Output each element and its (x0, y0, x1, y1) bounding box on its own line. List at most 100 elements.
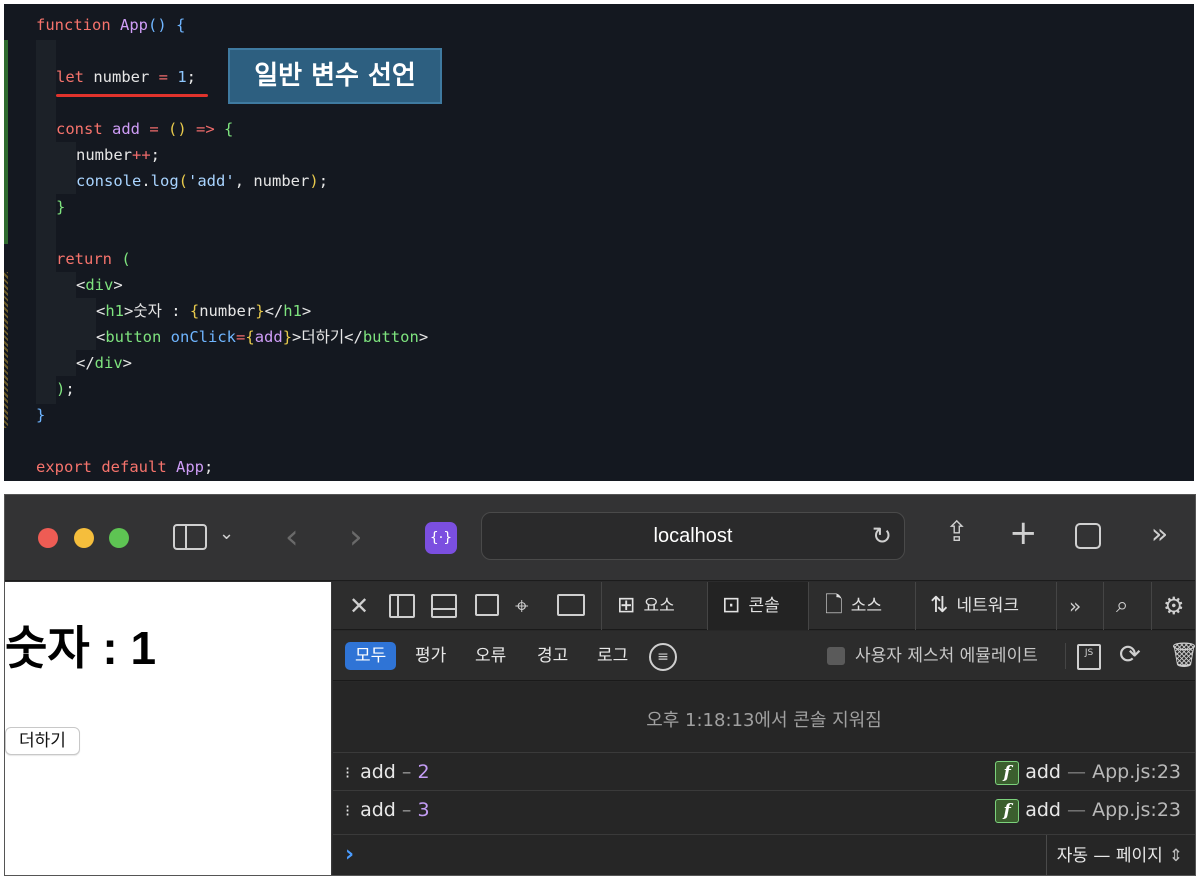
separator (1103, 582, 1104, 630)
gesture-emulation-label: 사용자 제스처 에뮬레이트 (855, 646, 1038, 666)
undock-icon[interactable] (475, 594, 499, 616)
code-line[interactable]: export default App; (36, 454, 213, 480)
new-tab-icon[interactable]: + (1009, 513, 1038, 553)
device-icon[interactable] (557, 594, 585, 616)
js-snippet-icon[interactable]: JS (1077, 644, 1101, 670)
log-source-location[interactable]: App.js:23 (1092, 799, 1181, 821)
gear-icon[interactable]: ⚙ (1163, 590, 1185, 622)
extension-icon[interactable]: {·} (425, 522, 457, 554)
code-token: < (96, 302, 106, 320)
code-line[interactable]: console.log('add', number); (76, 168, 328, 194)
window-minimize-button[interactable] (74, 528, 94, 548)
url-text: localhost (653, 525, 733, 547)
log-entry[interactable]: ⁝ add – 2 f add — App.js:23 (333, 752, 1195, 790)
tab-elements-label: 요소 (643, 596, 675, 616)
log-source[interactable]: f add — App.js:23 (995, 753, 1181, 791)
share-icon[interactable]: ⇪ (945, 515, 968, 548)
code-token: = (158, 68, 178, 86)
console-filter-bar: 모두 평가 오류 경고 로그 ≡ 사용자 제스처 에뮬레이트 JS ⟳ 🗑 (333, 631, 1195, 681)
element-picker-icon[interactable]: ⌖ (515, 590, 529, 622)
code-token: ; (150, 146, 161, 164)
address-bar[interactable]: localhost ↻ (481, 512, 905, 560)
tab-console[interactable]: ⊡ 콘솔 (708, 582, 808, 630)
code-token: let (56, 68, 94, 86)
reload-icon[interactable]: ↻ (872, 522, 892, 550)
dock-side-icon[interactable] (389, 594, 415, 618)
log-message: add (360, 761, 396, 783)
code-line[interactable]: <button onClick={add}>더하기</button> (96, 324, 428, 350)
code-token: </ (76, 354, 95, 372)
code-line[interactable]: } (36, 402, 45, 428)
window-close-button[interactable] (38, 528, 58, 548)
tab-network[interactable]: ⇅ 네트워크 (916, 582, 1056, 630)
code-token: export default (36, 458, 176, 476)
code-line[interactable]: let number = 1; (56, 64, 196, 90)
gesture-emulation-checkbox[interactable] (827, 647, 845, 665)
code-token: onClick (170, 328, 236, 346)
tab-overview-chevron-icon[interactable]: ⌄ (219, 523, 234, 544)
window-maximize-button[interactable] (109, 528, 129, 548)
page-viewport: 숫자 : 1 더하기 (5, 582, 332, 875)
execution-context-label: 자동 — 페이지 (1056, 846, 1163, 866)
code-line[interactable]: function App() { (36, 12, 185, 38)
code-token: function (36, 16, 120, 34)
code-token: { (224, 120, 234, 138)
code-line[interactable]: </div> (76, 350, 132, 376)
code-token: > (122, 354, 133, 372)
close-icon[interactable]: ✕ (349, 590, 369, 622)
code-line[interactable]: ); (56, 376, 75, 402)
log-dash: – (395, 761, 418, 783)
function-icon: f (995, 760, 1020, 785)
sidebar-toggle-icon[interactable] (173, 524, 207, 550)
log-source[interactable]: f add — App.js:23 (995, 791, 1181, 829)
filter-logs[interactable]: 로그 (587, 642, 638, 670)
code-token: ( (121, 250, 131, 268)
code-line[interactable]: return ( (56, 246, 131, 272)
code-token: ) (309, 172, 319, 190)
forward-icon[interactable]: › (349, 517, 363, 557)
code-token: } (56, 198, 66, 216)
log-source-location[interactable]: App.js:23 (1092, 761, 1181, 783)
code-token: App (175, 458, 204, 476)
dock-bottom-icon[interactable] (431, 594, 457, 618)
console-prompt[interactable]: › 자동 — 페이지 ⇕ (333, 834, 1195, 875)
code-token: console (76, 172, 142, 190)
code-token: ; (318, 172, 329, 190)
code-line[interactable]: const add = () => { (56, 116, 233, 142)
more-chevron-icon[interactable]: » (1151, 517, 1168, 550)
code-token: button (105, 328, 171, 346)
tab-elements[interactable]: ⊞ 요소 (601, 582, 707, 630)
tab-overview-icon[interactable] (1075, 523, 1101, 549)
code-token: > (301, 302, 312, 320)
execution-context-select[interactable]: 자동 — 페이지 ⇕ (1045, 835, 1183, 875)
code-token: { (189, 302, 200, 320)
code-token: ; (203, 458, 214, 476)
back-icon[interactable]: ‹ (285, 517, 299, 557)
filter-errors[interactable]: 오류 (465, 642, 516, 670)
filter-warnings[interactable]: 경고 (527, 642, 578, 670)
source-separator: — (1060, 761, 1093, 783)
more-tabs-icon[interactable]: » (1069, 590, 1081, 622)
tab-sources[interactable]: 🗋 소스 (809, 582, 915, 630)
add-button[interactable]: 더하기 (5, 727, 80, 755)
code-token: button (362, 328, 419, 346)
code-line[interactable]: <h1>숫자 : {number}</h1> (96, 298, 311, 324)
search-icon[interactable]: ⌕ (1116, 590, 1128, 622)
web-inspector: ✕ ⌖ ⊞ 요소 ⊡ 콘솔 🗋 소스 ⇅ 네트워크 » ⌕ ⚙ 모두 평가 오류… (333, 582, 1195, 875)
code-editor[interactable]: function App() {let number = 1; const add… (4, 4, 1194, 481)
code-token: } (36, 406, 46, 424)
log-entry[interactable]: ⁝ add – 3 f add — App.js:23 (333, 790, 1195, 828)
code-token: number (93, 68, 159, 86)
filter-all[interactable]: 모두 (345, 642, 397, 670)
code-token: = (149, 120, 168, 138)
filter-evaluation[interactable]: 평가 (405, 642, 456, 670)
code-line[interactable]: <div> (76, 272, 123, 298)
code-token: { (245, 328, 255, 346)
code-token: < (96, 328, 106, 346)
code-line[interactable]: number++; (76, 142, 160, 168)
reload-console-icon[interactable]: ⟳ (1119, 640, 1141, 670)
filter-options-icon[interactable]: ≡ (649, 643, 677, 671)
code-line[interactable]: } (56, 194, 65, 220)
page-heading: 숫자 : 1 (5, 622, 157, 674)
trash-icon[interactable]: 🗑 (1169, 641, 1195, 669)
